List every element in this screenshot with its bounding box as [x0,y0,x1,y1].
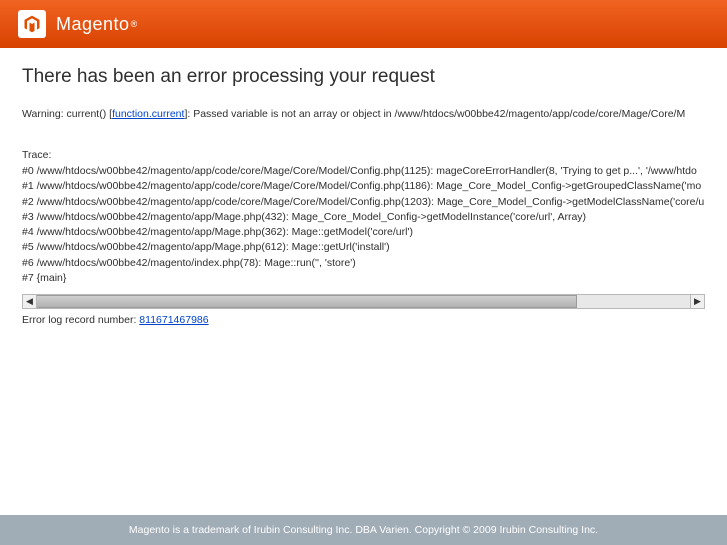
warning-suffix: ]: Passed variable is not an array or ob… [184,108,685,120]
magento-logo-icon [18,10,46,38]
page-title: There has been an error processing your … [22,66,705,88]
log-record-link[interactable]: 811671467986 [139,314,208,326]
log-record-label: Error log record number: [22,314,139,326]
scroll-right-button[interactable]: ▶ [690,294,705,309]
scroll-track[interactable] [37,294,690,309]
scroll-left-button[interactable]: ◀ [22,294,37,309]
trace-line: #0 /www/htdocs/w00bbe42/magento/app/code… [22,164,705,179]
trace-line: #5 /www/htdocs/w00bbe42/magento/app/Mage… [22,240,705,255]
header: Magento ® [0,0,727,48]
function-current-link[interactable]: function.current [112,108,184,120]
footer-text: Magento is a trademark of Irubin Consult… [129,524,598,536]
warning-message: Warning: current() [function.current]: P… [22,108,705,120]
stack-trace: Trace: #0 /www/htdocs/w00bbe42/magento/a… [22,148,705,286]
log-record-line: Error log record number: 811671467986 [22,314,705,326]
footer: Magento is a trademark of Irubin Consult… [0,515,727,545]
trace-label: Trace: [22,148,705,163]
scroll-thumb[interactable] [37,295,577,308]
trace-line: #2 /www/htdocs/w00bbe42/magento/app/code… [22,195,705,210]
trace-line: #6 /www/htdocs/w00bbe42/magento/index.ph… [22,256,705,271]
registered-mark: ® [131,19,138,29]
trace-line: #4 /www/htdocs/w00bbe42/magento/app/Mage… [22,225,705,240]
trace-line: #1 /www/htdocs/w00bbe42/magento/app/code… [22,179,705,194]
trace-line: #7 {main} [22,271,705,286]
horizontal-scrollbar: ◀ ▶ [22,294,705,310]
main-content: There has been an error processing your … [0,48,727,336]
trace-line: #3 /www/htdocs/w00bbe42/magento/app/Mage… [22,210,705,225]
brand-name: Magento [56,14,130,35]
warning-prefix: Warning: current() [ [22,108,112,120]
